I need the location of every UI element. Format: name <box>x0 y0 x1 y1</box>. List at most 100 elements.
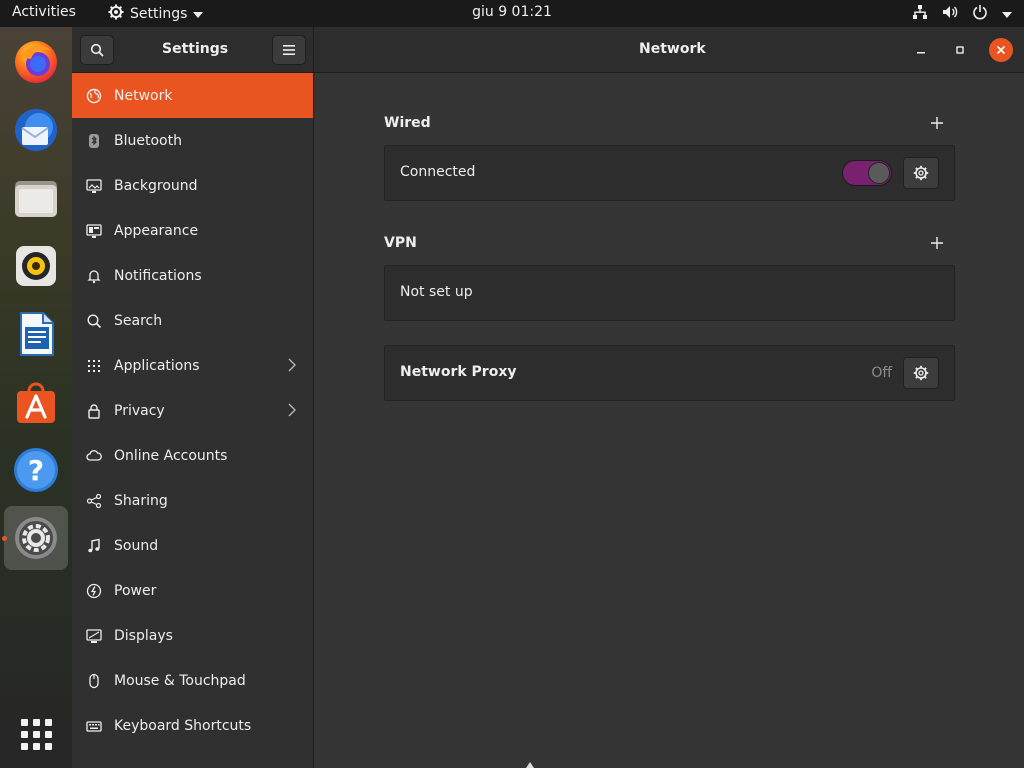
music-note-icon <box>86 538 102 554</box>
volume-icon <box>942 4 958 24</box>
sidebar-item-power[interactable]: Power <box>72 568 313 613</box>
wired-status: Connected <box>400 164 476 180</box>
cloud-icon <box>86 448 102 464</box>
sidebar-item-network[interactable]: Network <box>72 73 313 118</box>
sidebar-item-label: Network <box>114 87 173 104</box>
sidebar-item-label: Keyboard Shortcuts <box>114 717 252 734</box>
sidebar-item-label: Online Accounts <box>114 447 228 464</box>
rhythmbox-icon <box>16 246 56 286</box>
top-bar: Activities Settings giu 9 01:21 <box>0 0 1024 27</box>
proxy-settings-button[interactable] <box>903 357 939 389</box>
sidebar-item-displays[interactable]: Displays <box>72 613 313 658</box>
keyboard-icon <box>86 718 102 734</box>
search-icon <box>86 313 102 329</box>
sidebar: Network Bluetooth Background Appearance … <box>72 73 314 768</box>
share-icon <box>86 493 102 509</box>
chevron-down-icon <box>1002 12 1012 18</box>
settings-gear-icon <box>108 4 124 24</box>
app-menu[interactable]: Settings <box>108 4 204 24</box>
menu-button[interactable] <box>272 35 306 65</box>
dock-help[interactable]: ? <box>4 438 68 502</box>
applications-icon <box>86 358 102 374</box>
minimize-button[interactable] <box>909 38 933 62</box>
power-icon <box>972 4 988 24</box>
search-button[interactable] <box>80 35 114 65</box>
settings-icon <box>15 517 57 559</box>
sidebar-item-keyboard-shortcuts[interactable]: Keyboard Shortcuts <box>72 703 313 748</box>
minimize-icon <box>917 52 925 54</box>
sidebar-item-applications[interactable]: Applications <box>72 343 313 388</box>
wired-settings-button[interactable] <box>903 157 939 189</box>
sidebar-item-label: Mouse & Touchpad <box>114 672 246 689</box>
dock-writer[interactable] <box>4 302 68 366</box>
libreoffice-writer-icon <box>20 312 54 356</box>
plus-icon <box>931 237 943 249</box>
chevron-down-icon <box>193 12 204 18</box>
dock-rhythmbox[interactable] <box>4 234 68 298</box>
dock-files[interactable] <box>4 166 68 230</box>
network-wired-icon <box>912 4 928 24</box>
sidebar-item-notifications[interactable]: Notifications <box>72 253 313 298</box>
network-icon <box>86 88 102 104</box>
sidebar-item-label: Sharing <box>114 492 168 509</box>
sidebar-item-search[interactable]: Search <box>72 298 313 343</box>
mouse-cursor <box>526 762 534 768</box>
firefox-icon <box>15 41 57 83</box>
sidebar-item-label: Bluetooth <box>114 132 182 149</box>
dock-thunderbird[interactable] <box>4 98 68 162</box>
svg-text:?: ? <box>28 454 44 487</box>
wired-toggle-switch[interactable] <box>842 160 892 186</box>
close-button[interactable] <box>989 38 1013 62</box>
proxy-status: Off <box>871 365 892 381</box>
chevron-right-icon <box>288 358 296 376</box>
dock-software[interactable] <box>4 370 68 434</box>
help-icon: ? <box>14 448 58 492</box>
sidebar-item-label: Appearance <box>114 222 199 239</box>
clock[interactable]: giu 9 01:21 <box>472 4 552 20</box>
vpn-status: Not set up <box>400 284 473 300</box>
close-icon <box>996 45 1006 55</box>
app-grid-icon <box>20 718 52 750</box>
power-icon <box>86 583 102 599</box>
chevron-right-icon <box>288 403 296 421</box>
wired-section-title: Wired <box>384 115 431 131</box>
sidebar-item-label: Background <box>114 177 198 194</box>
appearance-icon <box>86 223 102 239</box>
maximize-button[interactable] <box>948 38 972 62</box>
mouse-icon <box>86 673 102 689</box>
add-wired-button[interactable] <box>927 113 947 133</box>
dock: ? <box>0 27 72 768</box>
software-store-icon <box>17 382 55 423</box>
sidebar-item-background[interactable]: Background <box>72 163 313 208</box>
vpn-section-title: VPN <box>384 235 417 251</box>
dock-firefox[interactable] <box>4 30 68 94</box>
dock-settings[interactable] <box>4 506 68 570</box>
proxy-label: Network Proxy <box>400 364 517 380</box>
vpn-row: Not set up <box>384 265 955 321</box>
show-apps-button[interactable] <box>4 702 68 766</box>
sidebar-item-label: Power <box>114 582 157 599</box>
sidebar-item-label: Privacy <box>114 402 165 419</box>
sidebar-item-label: Displays <box>114 627 173 644</box>
bell-icon <box>86 268 102 284</box>
page-title: Network <box>639 41 706 57</box>
search-icon <box>90 43 104 57</box>
activities-button[interactable]: Activities <box>12 4 76 20</box>
sidebar-item-bluetooth[interactable]: Bluetooth <box>72 118 313 163</box>
add-vpn-button[interactable] <box>927 233 947 253</box>
gear-icon <box>913 165 929 181</box>
header-bar: Settings Network <box>72 27 1024 73</box>
sidebar-item-privacy[interactable]: Privacy <box>72 388 313 433</box>
sidebar-item-label: Sound <box>114 537 159 554</box>
files-icon <box>15 181 57 217</box>
sidebar-item-sharing[interactable]: Sharing <box>72 478 313 523</box>
sidebar-item-online-accounts[interactable]: Online Accounts <box>72 433 313 478</box>
hamburger-menu-icon <box>283 45 295 55</box>
sidebar-title: Settings <box>162 41 229 57</box>
sidebar-item-mouse-touchpad[interactable]: Mouse & Touchpad <box>72 658 313 703</box>
sidebar-item-sound[interactable]: Sound <box>72 523 313 568</box>
system-tray[interactable] <box>912 4 1012 24</box>
sidebar-item-appearance[interactable]: Appearance <box>72 208 313 253</box>
network-proxy-row[interactable]: Network Proxy Off <box>384 345 955 401</box>
gear-icon <box>913 365 929 381</box>
